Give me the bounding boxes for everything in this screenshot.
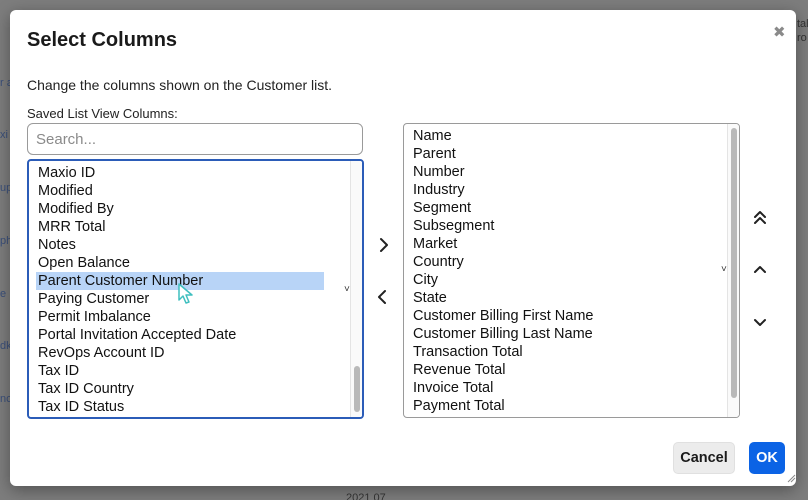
dialog-title: Select Columns (27, 29, 178, 51)
list-item[interactable]: Permit Imbalance (36, 308, 151, 326)
add-column-button[interactable] (374, 234, 394, 256)
chevron-left-icon (378, 290, 386, 304)
list-item[interactable]: Subsegment (411, 217, 494, 235)
chevron-down-icon: ˅ (721, 264, 727, 275)
background-text: xi (0, 129, 8, 141)
list-item[interactable]: State (411, 289, 447, 307)
list-item[interactable]: Number (411, 163, 465, 181)
cursor-icon (178, 283, 193, 304)
list-item[interactable]: Portal Invitation Accepted Date (36, 326, 236, 344)
chevron-up-icon (754, 266, 766, 273)
resize-grip-icon[interactable] (786, 473, 796, 483)
list-item[interactable]: Transaction Total (411, 343, 523, 361)
cancel-button[interactable]: Cancel (673, 442, 735, 474)
list-item[interactable]: Name (411, 127, 452, 145)
chevron-down-icon (754, 319, 766, 326)
close-icon[interactable]: ✖ (773, 24, 786, 42)
chevron-right-icon (380, 238, 388, 252)
dialog-description: Change the columns shown on the Customer… (27, 77, 333, 93)
background-text: ro (797, 32, 807, 44)
list-item[interactable]: Modified (36, 182, 93, 200)
list-item[interactable]: Market (411, 235, 457, 253)
search-input[interactable] (27, 123, 363, 155)
scrollbar-thumb[interactable] (731, 128, 737, 398)
scrollbar-thumb[interactable] (354, 366, 360, 412)
list-item[interactable]: MRR Total (36, 218, 105, 236)
move-to-top-button[interactable] (749, 207, 771, 229)
available-columns-list[interactable]: Maxio ID Modified Modified By MRR Total … (27, 159, 364, 419)
list-item[interactable]: RevOps Account ID (36, 344, 165, 362)
list-item[interactable]: Tax ID (36, 362, 79, 380)
list-item[interactable]: Industry (411, 181, 465, 199)
list-item[interactable]: Parent (411, 145, 456, 163)
background-text: tal (797, 18, 808, 30)
list-item[interactable]: Modified By (36, 200, 114, 218)
list-item[interactable]: Open Balance (36, 254, 130, 272)
scrollbar[interactable] (727, 124, 739, 417)
list-item[interactable]: Segment (411, 199, 471, 217)
saved-columns-label: Saved List View Columns: (27, 106, 178, 121)
list-item[interactable]: Payment Total (411, 397, 505, 415)
ok-button[interactable]: OK (749, 442, 785, 474)
list-item[interactable]: Customer Billing Last Name (411, 325, 593, 343)
list-item[interactable]: Tax ID Country (36, 380, 134, 398)
select-columns-dialog: Select Columns ✖ Change the columns show… (10, 10, 796, 486)
list-item[interactable]: Maxio ID (36, 164, 95, 182)
list-item[interactable]: Country (411, 253, 464, 271)
list-item[interactable]: Notes (36, 236, 76, 254)
move-up-button[interactable] (749, 259, 771, 281)
list-item[interactable]: Paying Customer (36, 290, 149, 308)
background-text: 2021 07 (346, 492, 386, 500)
list-item[interactable]: Tax ID Status (36, 398, 124, 416)
double-chevron-up-icon (754, 211, 766, 224)
list-item[interactable]: Customer Billing First Name (411, 307, 594, 325)
scrollbar[interactable] (350, 161, 362, 417)
chevron-down-icon: ˅ (344, 284, 350, 295)
list-item[interactable]: Revenue Total (411, 361, 505, 379)
list-item[interactable]: Invoice Total (411, 379, 493, 397)
list-item[interactable]: City (411, 271, 438, 289)
remove-column-button[interactable] (372, 286, 392, 308)
selected-columns-list[interactable]: Name Parent Number Industry Segment Subs… (403, 123, 740, 418)
background-text: e (0, 288, 7, 300)
move-down-button[interactable] (749, 311, 771, 333)
